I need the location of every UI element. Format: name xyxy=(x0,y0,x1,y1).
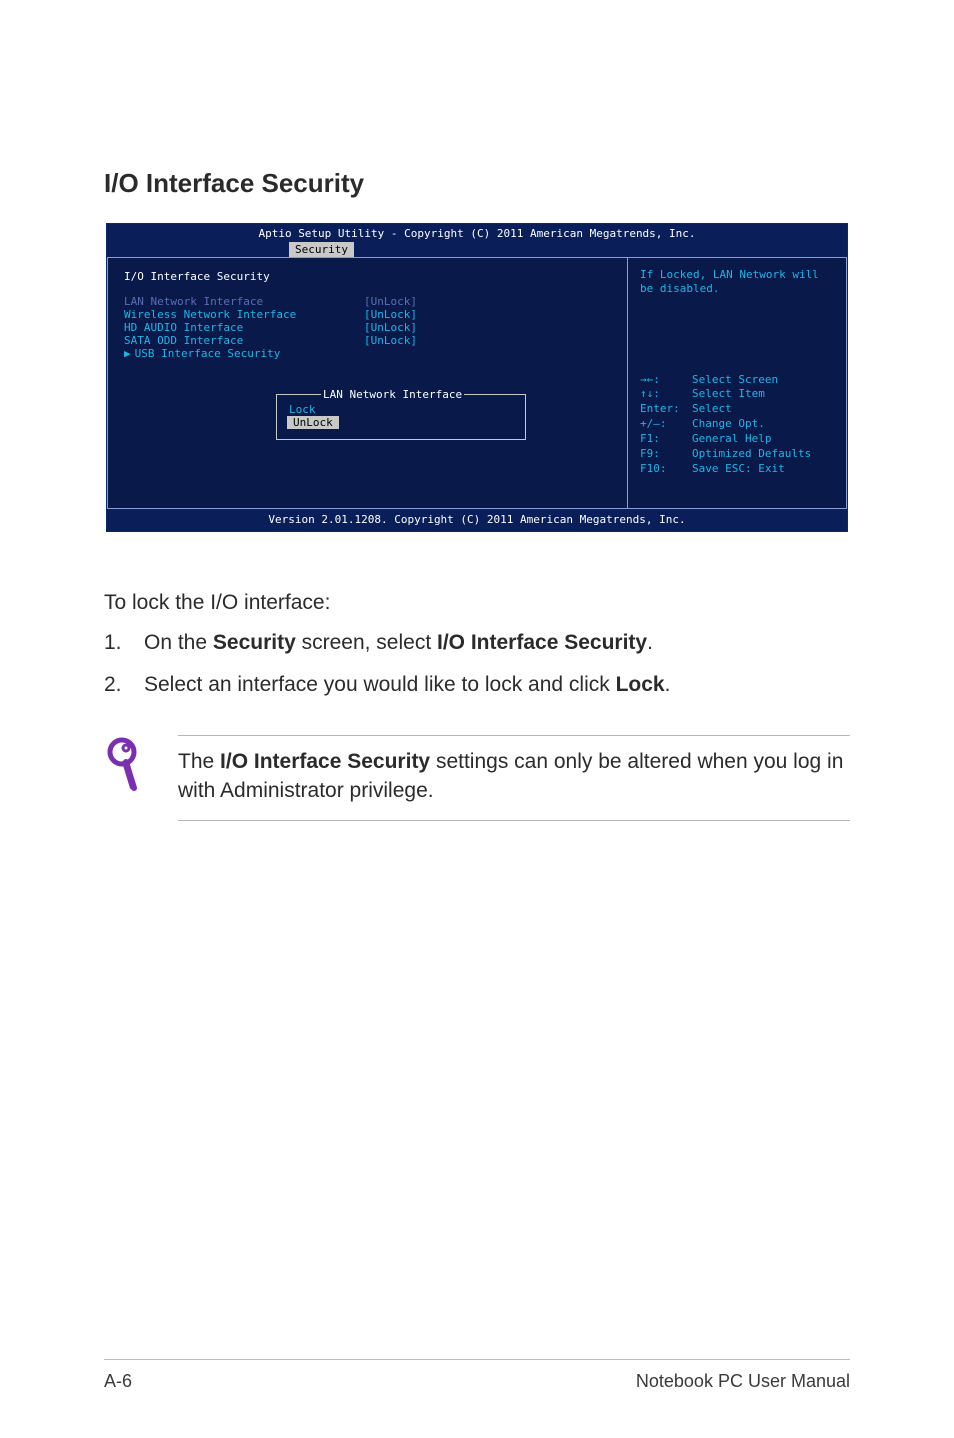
key-line: +/—: Change Opt. xyxy=(640,417,836,432)
row-lan[interactable]: LAN Network Interface [UnLock] xyxy=(124,295,613,308)
help-description: If Locked, LAN Network will be disabled. xyxy=(640,268,836,297)
page-title: I/O Interface Security xyxy=(104,168,850,199)
step-number: 2. xyxy=(104,670,144,700)
popup-lan-interface: LAN Network Interface Lock UnLock xyxy=(276,394,526,440)
key-key: F9: xyxy=(640,447,682,462)
footer-rule xyxy=(104,1359,850,1360)
row-label: Wireless Network Interface xyxy=(124,308,364,321)
row-label: SATA ODD Interface xyxy=(124,334,364,347)
key-line: F10: Save ESC: Exit xyxy=(640,462,836,477)
t: The xyxy=(178,750,220,773)
key-desc: Optimized Defaults xyxy=(692,447,811,462)
row-label: HD AUDIO Interface xyxy=(124,321,364,334)
key-key: Enter: xyxy=(640,402,682,417)
section-title: I/O Interface Security xyxy=(124,270,613,283)
popup-title: LAN Network Interface xyxy=(321,388,464,401)
row-wireless[interactable]: Wireless Network Interface [UnLock] xyxy=(124,308,613,321)
key-line: F9: Optimized Defaults xyxy=(640,447,836,462)
step-text: On the Security screen, select I/O Inter… xyxy=(144,628,653,658)
footer-page-number: A-6 xyxy=(104,1371,132,1392)
t: I/O Interface Security xyxy=(437,631,647,654)
key-line: ↑↓: Select Item xyxy=(640,387,836,402)
row-sataodd[interactable]: SATA ODD Interface [UnLock] xyxy=(124,334,613,347)
popup-option-lock[interactable]: Lock xyxy=(287,403,515,416)
key-desc: Change Opt. xyxy=(692,417,765,432)
t: Lock xyxy=(616,673,665,696)
row-hdaudio[interactable]: HD AUDIO Interface [UnLock] xyxy=(124,321,613,334)
key-key: ↑↓: xyxy=(640,387,682,402)
step-2: 2. Select an interface you would like to… xyxy=(104,670,850,700)
key-line: Enter: Select xyxy=(640,402,836,417)
bios-header: Aptio Setup Utility - Copyright (C) 2011… xyxy=(107,224,847,257)
tip-text: The I/O Interface Security settings can … xyxy=(178,735,850,821)
t: On the xyxy=(144,631,213,654)
row-value: [UnLock] xyxy=(364,321,417,334)
step-text: Select an interface you would like to lo… xyxy=(144,670,670,700)
row-label: LAN Network Interface xyxy=(124,295,364,308)
bios-title-line: Aptio Setup Utility - Copyright (C) 2011… xyxy=(107,227,847,240)
submenu-usb-security[interactable]: ▶ USB Interface Security xyxy=(124,347,613,360)
t: Select an interface you would like to lo… xyxy=(144,673,616,696)
t: screen, select xyxy=(296,631,437,654)
submenu-label: USB Interface Security xyxy=(135,347,281,360)
t: . xyxy=(665,673,671,696)
magnifier-icon xyxy=(104,735,150,805)
page-footer: A-6 Notebook PC User Manual xyxy=(104,1371,850,1392)
key-line: F1: General Help xyxy=(640,432,836,447)
bios-right-pane: If Locked, LAN Network will be disabled.… xyxy=(627,257,847,509)
bios-panel: Aptio Setup Utility - Copyright (C) 2011… xyxy=(106,223,848,532)
step-1: 1. On the Security screen, select I/O In… xyxy=(104,628,850,658)
key-desc: General Help xyxy=(692,432,771,447)
t: I/O Interface Security xyxy=(220,750,430,773)
key-desc: Select Item xyxy=(692,387,765,402)
row-value: [UnLock] xyxy=(364,295,417,308)
key-key: →←: xyxy=(640,373,682,388)
key-help: →←: Select Screen ↑↓: Select Item Enter: Se… xyxy=(640,373,836,477)
popup-option-unlock[interactable]: UnLock xyxy=(287,416,339,429)
triangle-icon: ▶ xyxy=(124,347,131,360)
t: Security xyxy=(213,631,296,654)
step-number: 1. xyxy=(104,628,144,658)
bios-left-pane: I/O Interface Security LAN Network Inter… xyxy=(107,257,627,509)
key-desc: Save ESC: Exit xyxy=(692,462,785,477)
key-key: +/—: xyxy=(640,417,682,432)
bios-footer-line: Version 2.01.1208. Copyright (C) 2011 Am… xyxy=(107,509,847,531)
key-key: F10: xyxy=(640,462,682,477)
key-key: F1: xyxy=(640,432,682,447)
instructions-lead: To lock the I/O interface: xyxy=(104,588,850,618)
t: . xyxy=(647,631,653,654)
key-desc: Select Screen xyxy=(692,373,778,388)
tab-security[interactable]: Security xyxy=(289,242,354,257)
key-desc: Select xyxy=(692,402,732,417)
row-value: [UnLock] xyxy=(364,334,417,347)
tip-panel: The I/O Interface Security settings can … xyxy=(104,735,850,821)
row-value: [UnLock] xyxy=(364,308,417,321)
footer-doc-title: Notebook PC User Manual xyxy=(636,1371,850,1392)
key-line: →←: Select Screen xyxy=(640,373,836,388)
